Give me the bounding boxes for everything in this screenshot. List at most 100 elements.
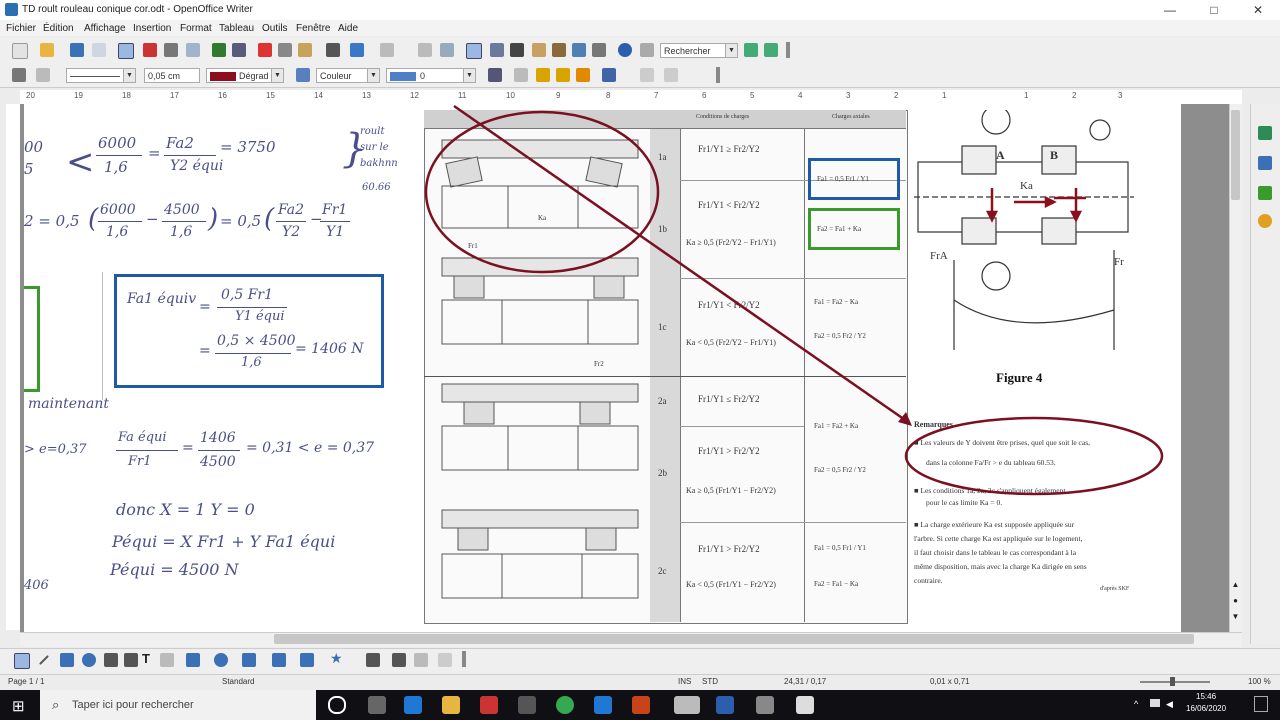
cut-icon[interactable] — [258, 43, 272, 57]
camera-app-icon[interactable] — [756, 696, 774, 714]
mail-icon[interactable] — [594, 696, 612, 714]
wrap-through-icon[interactable] — [556, 68, 570, 82]
wrap-page-icon[interactable] — [536, 68, 550, 82]
block-arrows-icon[interactable] — [242, 653, 256, 667]
text-tool-icon[interactable]: T — [142, 651, 150, 666]
freeform-tool-icon[interactable] — [104, 653, 118, 667]
new-document-icon[interactable] — [12, 43, 28, 59]
fontwork-icon[interactable] — [392, 653, 406, 667]
fill-value-select[interactable]: 0 ▼ — [386, 68, 476, 83]
zoom-icon[interactable] — [592, 43, 606, 57]
flowchart-icon[interactable] — [272, 653, 286, 667]
document-page[interactable]: 00 5 < 6000 1,6 = Fa2 Y2 équi = 3750 } r… — [24, 104, 1181, 632]
find-next-icon[interactable] — [744, 43, 758, 57]
notepad-icon[interactable] — [796, 696, 814, 714]
status-page[interactable]: Page 1 / 1 — [8, 677, 44, 686]
vertical-scroll-thumb[interactable] — [1231, 110, 1240, 200]
symbol-shapes-icon[interactable] — [214, 653, 228, 667]
status-selection-mode[interactable]: STD — [702, 677, 718, 686]
gallery-icon[interactable] — [532, 43, 546, 57]
minimize-button[interactable]: — — [1148, 0, 1192, 20]
show-draw-functions-icon[interactable] — [466, 43, 482, 59]
menu-affichage[interactable]: Affichage — [84, 23, 126, 34]
fill-type-select[interactable]: Couleur ▼ — [316, 68, 380, 83]
callouts-icon[interactable] — [300, 653, 314, 667]
powerpoint-icon[interactable] — [632, 696, 650, 714]
extrusion-icon[interactable] — [438, 653, 452, 667]
extended-tips-icon[interactable] — [640, 43, 654, 57]
taskbar-time[interactable]: 15:46 — [1196, 692, 1216, 701]
line-style-select[interactable]: ▼ — [66, 68, 136, 83]
search-dropdown-icon[interactable]: ▼ — [725, 44, 737, 57]
status-style[interactable]: Standard — [222, 677, 254, 686]
redo-icon[interactable] — [380, 43, 394, 57]
sidebar-properties-icon[interactable] — [1258, 126, 1272, 140]
basic-shapes-icon[interactable] — [186, 653, 200, 667]
prev-page-icon[interactable]: ▲ — [1231, 580, 1240, 590]
windows-start-icon[interactable]: ⊞ — [12, 697, 25, 715]
sidebar-gallery-icon[interactable] — [1258, 186, 1272, 200]
shadow-icon[interactable] — [488, 68, 502, 82]
line-ends-icon[interactable] — [36, 68, 50, 82]
sidebar-navigator-icon[interactable] — [1258, 214, 1272, 228]
menu-insertion[interactable]: Insertion — [133, 23, 171, 34]
tray-network-icon[interactable] — [1150, 699, 1160, 707]
task-view-icon[interactable] — [368, 696, 386, 714]
status-insert-mode[interactable]: INS — [678, 677, 691, 686]
find-replace-icon[interactable] — [490, 43, 504, 57]
fill-value-dropdown-icon[interactable]: ▼ — [463, 69, 475, 82]
zoom-slider-handle[interactable] — [1170, 677, 1175, 686]
undo-icon[interactable] — [350, 43, 364, 57]
nonprinting-chars-icon[interactable] — [572, 43, 586, 57]
horizontal-scroll-thumb[interactable] — [274, 634, 1194, 644]
taskbar-date[interactable]: 16/06/2020 — [1186, 704, 1226, 713]
rectangle-tool-icon[interactable] — [60, 653, 74, 667]
toolbar2-handle-icon[interactable] — [716, 67, 720, 83]
horizontal-ruler[interactable]: 20 19 18 17 16 15 14 13 12 11 10 9 8 7 6… — [20, 90, 1242, 105]
edit-file-icon[interactable] — [118, 43, 134, 59]
navigation-icon[interactable]: ● — [1231, 596, 1240, 606]
menu-outils[interactable]: Outils — [262, 23, 288, 34]
curve-tool-icon[interactable] — [124, 653, 138, 667]
status-zoom[interactable]: 100 % — [1248, 677, 1271, 686]
find-previous-icon[interactable] — [764, 43, 778, 57]
ungroup-icon[interactable] — [664, 68, 678, 82]
stars-icon[interactable]: ★ — [330, 650, 343, 667]
vertical-ruler[interactable] — [6, 104, 21, 630]
table-icon[interactable] — [440, 43, 454, 57]
email-icon[interactable] — [92, 43, 106, 57]
ellipse-tool-icon[interactable] — [82, 653, 96, 667]
line-style-dropdown-icon[interactable]: ▼ — [123, 69, 135, 82]
edge-icon[interactable] — [404, 696, 422, 714]
toolbar-handle-icon[interactable] — [786, 42, 790, 58]
anchor-icon[interactable] — [12, 68, 26, 82]
maximize-button[interactable]: □ — [1192, 0, 1236, 20]
menu-edition[interactable]: Édition — [43, 23, 74, 34]
callout-tool-icon[interactable] — [160, 653, 174, 667]
spellcheck-icon[interactable] — [212, 43, 226, 57]
navigator-icon[interactable] — [510, 43, 524, 57]
tray-chevron-icon[interactable]: ^ — [1134, 699, 1138, 709]
help-icon[interactable] — [618, 43, 632, 57]
tray-volume-icon[interactable]: ◀ — [1166, 699, 1173, 710]
close-button[interactable]: ✕ — [1236, 0, 1280, 20]
from-file-icon[interactable] — [414, 653, 428, 667]
cortana-icon[interactable] — [328, 696, 346, 714]
points-icon[interactable] — [366, 653, 380, 667]
app-icon[interactable] — [518, 696, 536, 714]
hyperlink-icon[interactable] — [418, 43, 432, 57]
open-folder-icon[interactable] — [40, 43, 54, 57]
openoffice-writer-task-icon[interactable] — [674, 696, 700, 714]
copy-icon[interactable] — [278, 43, 292, 57]
menu-fenetre[interactable]: Fenêtre — [296, 23, 330, 34]
drawbar-handle-icon[interactable] — [462, 651, 466, 667]
clone-formatting-icon[interactable] — [326, 43, 340, 57]
notifications-icon[interactable] — [1254, 696, 1268, 712]
anchor-change-icon[interactable] — [602, 68, 616, 82]
area-style-icon[interactable] — [296, 68, 310, 82]
taskbar-search-box[interactable]: ⌕ Taper ici pour rechercher — [40, 690, 316, 720]
line-color-select[interactable]: Dégrad ▼ — [206, 68, 284, 83]
acrobat-icon[interactable] — [480, 696, 498, 714]
select-arrow-icon[interactable] — [14, 653, 30, 669]
line-color-dropdown-icon[interactable]: ▼ — [271, 69, 283, 82]
